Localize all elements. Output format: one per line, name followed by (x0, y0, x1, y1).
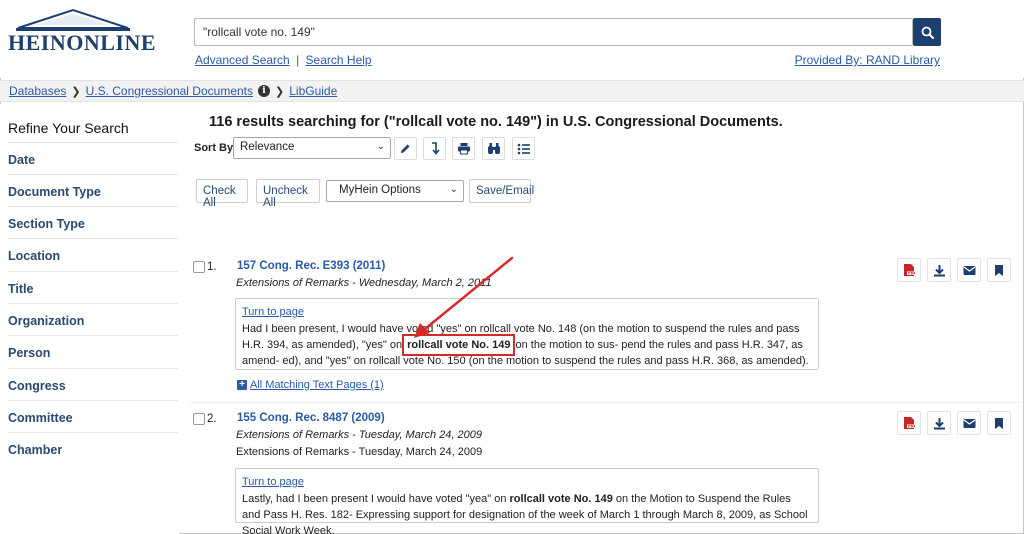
result-subtitle: Extensions of Remarks - Tuesday, March 2… (236, 429, 482, 441)
search-button[interactable] (913, 18, 941, 46)
email-button[interactable] (957, 258, 981, 282)
sort-select-value: Relevance (240, 141, 295, 153)
find-button[interactable] (482, 137, 505, 160)
result-number: 1. (207, 261, 217, 273)
download-icon (933, 264, 945, 276)
download-button[interactable] (927, 258, 951, 282)
facet-person[interactable]: Person (8, 335, 178, 367)
breadcrumb: Databases ❯ U.S. Congressional Documents… (0, 80, 1024, 102)
binoculars-icon (487, 143, 500, 154)
save-email-button[interactable]: Save/Email (469, 179, 534, 203)
facet-date[interactable]: Date (8, 142, 178, 174)
edit-search-button[interactable] (394, 137, 417, 160)
header: HEINONLINE "rollcall vote no. 149" Advan… (0, 0, 1024, 78)
logo-text: HEINONLINE (8, 30, 157, 55)
heinonline-logo[interactable]: HEINONLINE (8, 8, 157, 58)
result-item: 1. 157 Cong. Rec. E393 (2011) Extensions… (190, 255, 1020, 405)
breadcrumb-databases[interactable]: Databases (9, 84, 66, 98)
temple-icon (16, 8, 130, 31)
list-icon (517, 143, 530, 154)
result-subtitle-secondary: Extensions of Remarks - Tuesday, March 2… (236, 446, 483, 458)
turn-to-page-link[interactable]: Turn to page (242, 304, 812, 320)
sort-down-icon (432, 142, 440, 155)
breadcrumb-collection[interactable]: U.S. Congressional Documents (86, 84, 253, 98)
result-checkbox[interactable] (193, 413, 205, 425)
pdf-button[interactable]: PDF (897, 411, 921, 435)
chevron-down-icon: ⌄ (449, 184, 458, 195)
search-icon (921, 26, 934, 39)
turn-to-page-link[interactable]: Turn to page (242, 474, 812, 490)
search-help-link[interactable]: Search Help (306, 53, 372, 67)
bookmark-icon (995, 264, 1003, 276)
facet-section-type[interactable]: Section Type (8, 206, 178, 238)
bookmark-button[interactable] (987, 258, 1011, 282)
facet-location[interactable]: Location (8, 238, 178, 270)
result-snippet: Turn to page Lastly, had I been present … (235, 468, 819, 534)
sort-select[interactable]: Relevance ⌄ (233, 137, 391, 159)
plus-icon: + (237, 380, 247, 390)
result-item: 2. 155 Cong. Rec. 8487 (2009) Extensions… (190, 406, 1020, 534)
snippet-text: Lastly, had I been present I would have … (242, 493, 510, 505)
pdf-icon: PDF (904, 264, 915, 276)
list-view-button[interactable] (512, 137, 535, 160)
download-button[interactable] (927, 411, 951, 435)
chevron-down-icon: ⌄ (376, 141, 385, 152)
chevron-right-icon: ❯ (71, 85, 81, 98)
all-matching-pages-label: All Matching Text Pages (1) (250, 379, 384, 391)
print-button[interactable] (452, 137, 475, 160)
result-title-link[interactable]: 155 Cong. Rec. 8487 (2009) (237, 412, 385, 424)
result-number: 2. (207, 413, 217, 425)
pdf-button[interactable]: PDF (897, 258, 921, 282)
facet-congress[interactable]: Congress (8, 368, 178, 400)
highlighted-term: rollcall vote No. 149 (402, 334, 516, 356)
bookmark-icon (995, 417, 1003, 429)
facet-committee[interactable]: Committee (8, 400, 178, 432)
all-matching-pages-link[interactable]: + All Matching Text Pages (1) (237, 379, 384, 391)
highlighted-term: rollcall vote No. 149 (509, 493, 613, 505)
pdf-icon: PDF (904, 417, 915, 429)
envelope-icon (963, 418, 975, 428)
link-separator: | (296, 53, 300, 67)
envelope-icon (963, 265, 975, 275)
svg-text:PDF: PDF (908, 272, 915, 276)
sidebar: Refine Your Search Date Document Type Se… (0, 104, 179, 534)
search-links: Advanced Search | Search Help (195, 53, 372, 67)
search-input[interactable]: "rollcall vote no. 149" (194, 18, 913, 46)
uncheck-all-button[interactable]: Uncheck All (256, 179, 320, 209)
check-all-button[interactable]: Check All (196, 179, 248, 209)
results-title: 116 results searching for ("rollcall vot… (209, 114, 783, 130)
refine-title: Refine Your Search (8, 120, 129, 136)
pencil-icon (401, 144, 410, 153)
sort-by-label: Sort By: (194, 142, 237, 154)
myhein-options-select[interactable]: MyHein Options ⌄ (326, 180, 464, 202)
chevron-right-icon: ❯ (275, 85, 285, 98)
result-snippet: Turn to page Had I been present, I would… (235, 298, 819, 370)
myhein-options-value: MyHein Options (339, 184, 421, 196)
facet-title[interactable]: Title (8, 271, 178, 303)
email-button[interactable] (957, 411, 981, 435)
advanced-search-link[interactable]: Advanced Search (195, 53, 290, 67)
info-icon[interactable]: i (258, 85, 271, 97)
result-title-link[interactable]: 157 Cong. Rec. E393 (2011) (237, 260, 385, 272)
bookmark-button[interactable] (987, 411, 1011, 435)
svg-text:PDF: PDF (908, 425, 915, 429)
printer-icon (457, 143, 470, 155)
result-divider (190, 402, 1020, 403)
download-icon (933, 417, 945, 429)
result-checkbox[interactable] (193, 261, 205, 273)
facet-document-type[interactable]: Document Type (8, 174, 178, 206)
breadcrumb-libguide[interactable]: LibGuide (289, 84, 337, 98)
provided-by-link[interactable]: Provided By: RAND Library (795, 53, 940, 67)
sort-direction-button[interactable] (423, 137, 446, 160)
result-subtitle: Extensions of Remarks - Wednesday, March… (236, 277, 492, 289)
facet-chamber[interactable]: Chamber (8, 432, 178, 464)
facet-organization[interactable]: Organization (8, 303, 178, 335)
